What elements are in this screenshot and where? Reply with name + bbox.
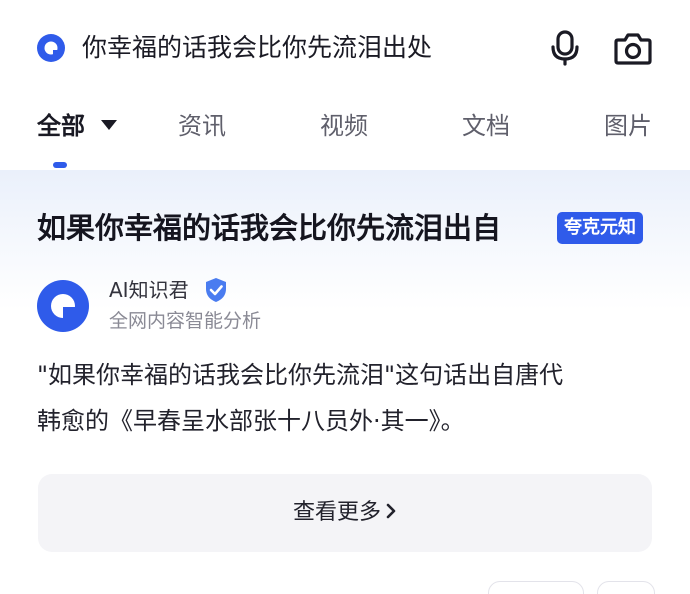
- ai-answer-card: 如果你幸福的话我会比你先流泪出自 夸克元知 AI知识君 全网内容智能分析 "如果…: [0, 170, 690, 594]
- author-name[interactable]: AI知识君: [109, 276, 189, 304]
- search-query[interactable]: 你幸福的话我会比你先流泪出处: [82, 28, 432, 68]
- feedback-button[interactable]: [488, 581, 584, 594]
- tab-documents[interactable]: 文档: [462, 108, 510, 144]
- search-engine-logo-icon[interactable]: [36, 33, 66, 63]
- tab-news[interactable]: 资讯: [178, 108, 226, 144]
- tab-video[interactable]: 视频: [320, 108, 368, 144]
- microphone-icon[interactable]: [550, 30, 580, 66]
- author-avatar[interactable]: [37, 280, 89, 332]
- camera-icon[interactable]: [614, 31, 652, 65]
- search-bar: 你幸福的话我会比你先流泪出处: [0, 0, 690, 83]
- tab-all[interactable]: 全部: [37, 108, 85, 144]
- source-badge: 夸克元知: [557, 212, 643, 244]
- answer-title[interactable]: 如果你幸福的话我会比你先流泪出自: [37, 206, 501, 250]
- author-description: 全网内容智能分析: [109, 310, 262, 332]
- answer-text-line: "如果你幸福的话我会比你先流泪"这句话出自唐代: [37, 361, 564, 389]
- view-more-label: 查看更多: [292, 500, 381, 525]
- search-results-page: 你幸福的话我会比你先流泪出处 全部 资讯 视频 文档 图片 如果你幸福的话我会比…: [0, 0, 690, 594]
- verified-shield-icon: [206, 278, 226, 302]
- result-type-tabs: 全部 资讯 视频 文档 图片: [0, 82, 690, 170]
- share-button[interactable]: [597, 581, 655, 594]
- active-tab-indicator: [53, 162, 67, 168]
- answer-text-line: 韩愈的《早春呈水部张十八员外·其一》。: [37, 407, 465, 435]
- view-more-content: 查看更多: [38, 474, 652, 552]
- answer-text: "如果你幸福的话我会比你先流泪"这句话出自唐代 韩愈的《早春呈水部张十八员外·其…: [37, 352, 657, 444]
- view-more-button[interactable]: 查看更多: [38, 474, 652, 552]
- chevron-right-icon: [386, 503, 396, 519]
- tab-images[interactable]: 图片: [604, 108, 652, 144]
- chevron-down-icon[interactable]: [100, 119, 118, 131]
